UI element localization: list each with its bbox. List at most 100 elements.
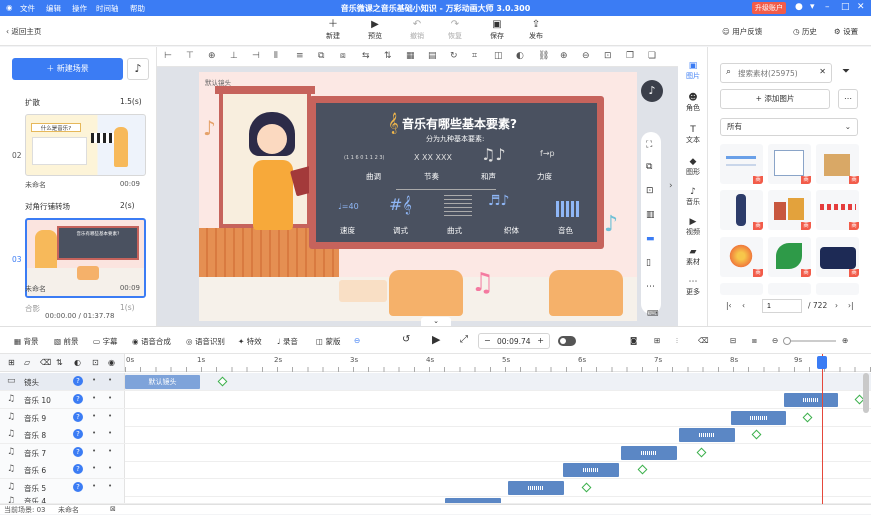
decrement-icon[interactable]: − xyxy=(484,336,491,345)
transition-label[interactable]: 对角行铺转场 xyxy=(25,201,70,212)
redo-button[interactable]: ↷ 恢复 xyxy=(440,19,470,41)
add-layer-icon[interactable]: ⊞ xyxy=(8,358,15,367)
audio-clip[interactable] xyxy=(731,411,786,425)
lock-dot[interactable]: • xyxy=(92,464,96,472)
asset-item[interactable]: 商 xyxy=(768,144,811,184)
time-ruler[interactable]: 0s 1s 2s 3s 4s 5s 6s 7s 8s 9s xyxy=(125,354,871,372)
link-icon[interactable]: ⛓ xyxy=(538,51,549,61)
help-icon[interactable]: ? xyxy=(73,394,83,404)
skin-icon[interactable]: ▾ xyxy=(810,2,815,12)
play-icon[interactable]: ▶ xyxy=(432,333,440,346)
audio-clip[interactable] xyxy=(679,428,735,442)
tab-more[interactable]: ⋯ 更多 xyxy=(678,277,708,297)
keyframe-marker[interactable] xyxy=(802,412,813,423)
search-box[interactable]: ⌕ ✕ xyxy=(720,63,832,83)
zoom-in-icon[interactable]: ⊕ xyxy=(842,336,848,345)
rotate-icon[interactable]: ↻ xyxy=(450,51,458,61)
effects-button[interactable]: ✦ 特效 xyxy=(238,336,262,347)
visibility-icon[interactable]: ▥ xyxy=(646,210,655,220)
folder-icon[interactable]: ▱ xyxy=(24,358,30,367)
audio-clip[interactable] xyxy=(508,481,564,495)
lock-icon[interactable]: ⊡ xyxy=(604,51,612,61)
align-center-icon[interactable]: ⊕ xyxy=(208,51,216,61)
publish-button[interactable]: ⇪ 发布 xyxy=(521,19,551,41)
filter-icon[interactable]: ⏷ xyxy=(842,66,850,77)
visibility-dot[interactable]: • xyxy=(108,412,112,420)
send-back-icon[interactable]: ⧈ xyxy=(340,51,346,61)
flip-h-icon[interactable]: ⇆ xyxy=(362,51,370,61)
asset-item[interactable]: 商 xyxy=(720,144,763,184)
record-button[interactable]: ♩ 录音 xyxy=(277,336,298,347)
crop-icon[interactable]: ⌗ xyxy=(472,51,477,61)
history-button[interactable]: ◷ 历史 xyxy=(793,26,817,37)
preview-button[interactable]: ▶ 预览 xyxy=(360,19,390,41)
timeline-row-music7[interactable]: ♫ 音乐 7 ? • • xyxy=(0,444,871,462)
transition-label[interactable]: 合影 xyxy=(25,303,40,314)
replay-icon[interactable]: ↺ xyxy=(402,334,410,345)
help-icon[interactable]: ? xyxy=(73,464,83,474)
tab-video[interactable]: ▶ 视频 xyxy=(678,217,708,237)
speech-recognition-button[interactable]: ◎ 语音识别 xyxy=(186,336,225,347)
subtitle-button[interactable]: ▭ 字幕 xyxy=(93,336,117,347)
upgrade-button[interactable]: 升级账户 xyxy=(752,2,786,14)
clear-search-icon[interactable]: ✕ xyxy=(819,67,826,76)
keyframe-marker[interactable] xyxy=(751,429,762,440)
lock-icon[interactable]: ⊡ xyxy=(92,358,99,367)
move-icon[interactable]: ⇅ xyxy=(56,358,63,367)
timeline-row-camera[interactable]: ▭ 镜头 ? • • 默认镜头 xyxy=(0,373,871,391)
playhead[interactable] xyxy=(822,354,823,504)
distribute-h-icon[interactable]: ⫴ xyxy=(274,51,278,61)
compress-icon[interactable]: ⧈ xyxy=(752,336,757,346)
visibility-dot[interactable]: • xyxy=(108,447,112,455)
align-left-icon[interactable]: ⊢ xyxy=(164,51,172,61)
image-edit-icon[interactable]: ◫ xyxy=(494,51,503,61)
visibility-dot[interactable]: • xyxy=(108,394,112,402)
help-icon[interactable]: ◐ xyxy=(74,358,81,367)
maximize-icon[interactable]: □ xyxy=(841,2,850,12)
help-icon[interactable]: ? xyxy=(73,412,83,422)
music-note-icon[interactable]: ♪ xyxy=(127,58,149,80)
mask-icon[interactable]: ◐ xyxy=(516,51,524,61)
prev-page-icon[interactable]: ‹ xyxy=(742,301,745,310)
fit-timeline-icon[interactable]: ⊟ xyxy=(730,336,736,345)
more-tools-icon[interactable]: ⊖ xyxy=(354,336,360,345)
tab-images[interactable]: ▣ 图片 xyxy=(678,61,708,81)
close-icon[interactable]: ✕ xyxy=(857,2,865,12)
asset-item[interactable]: 商 xyxy=(816,144,859,184)
category-select[interactable]: 所有 ⌄ xyxy=(720,118,858,136)
tab-shapes[interactable]: ◆ 图形 xyxy=(678,157,708,177)
more-options-icon[interactable]: ⋯ xyxy=(838,89,858,109)
timeline-scrollbar[interactable] xyxy=(863,373,869,413)
align-right-icon[interactable]: ⊣ xyxy=(252,51,260,61)
insert-icon[interactable]: ⊞ xyxy=(654,336,660,345)
asset-item[interactable]: 商 xyxy=(816,237,859,277)
visibility-dot[interactable]: • xyxy=(108,482,112,490)
timeline-row-music8[interactable]: ♫ 音乐 8 ? • • xyxy=(0,426,871,444)
transition-label[interactable]: 扩散 xyxy=(25,97,40,108)
lock-dot[interactable]: • xyxy=(92,412,96,420)
help-icon[interactable]: ? xyxy=(73,482,83,492)
copy-icon[interactable]: ❐ xyxy=(626,51,634,61)
feedback-button[interactable]: ☺ 用户反馈 xyxy=(722,26,762,37)
tab-text[interactable]: T 文本 xyxy=(678,125,708,145)
search-input[interactable] xyxy=(738,66,816,80)
audio-clip[interactable] xyxy=(621,446,677,460)
timeline-row-music9[interactable]: ♫ 音乐 9 ? • • xyxy=(0,409,871,427)
paste-icon[interactable]: ❏ xyxy=(648,51,656,61)
lock-dot[interactable]: • xyxy=(92,394,96,402)
layers-icon[interactable]: ⧉ xyxy=(646,162,652,172)
tts-button[interactable]: ◉ 语音合成 xyxy=(132,336,171,347)
stage-canvas[interactable]: 默认镜头 ♪ ♫ 𝄞 音乐有哪些基本要素? 分为九种基本要素: (1 1 6 0… xyxy=(199,72,637,321)
asset-item[interactable]: 商 xyxy=(720,237,763,277)
scene-thumbnail[interactable]: 什么是音乐? xyxy=(25,114,146,176)
audio-clip[interactable] xyxy=(784,393,838,407)
more-icon[interactable]: ⋯ xyxy=(646,282,655,292)
asset-item[interactable]: 商 xyxy=(720,190,763,230)
increment-icon[interactable]: + xyxy=(537,336,544,345)
foreground-button[interactable]: ▧ 前景 xyxy=(54,336,78,347)
first-page-icon[interactable]: |‹ xyxy=(726,301,732,310)
user-icon[interactable]: ● xyxy=(795,2,803,12)
tab-materials[interactable]: ▰ 素材 xyxy=(678,247,708,267)
asset-item[interactable]: 商 xyxy=(768,237,811,277)
settings-button[interactable]: ⚙ 设置 xyxy=(834,26,858,37)
